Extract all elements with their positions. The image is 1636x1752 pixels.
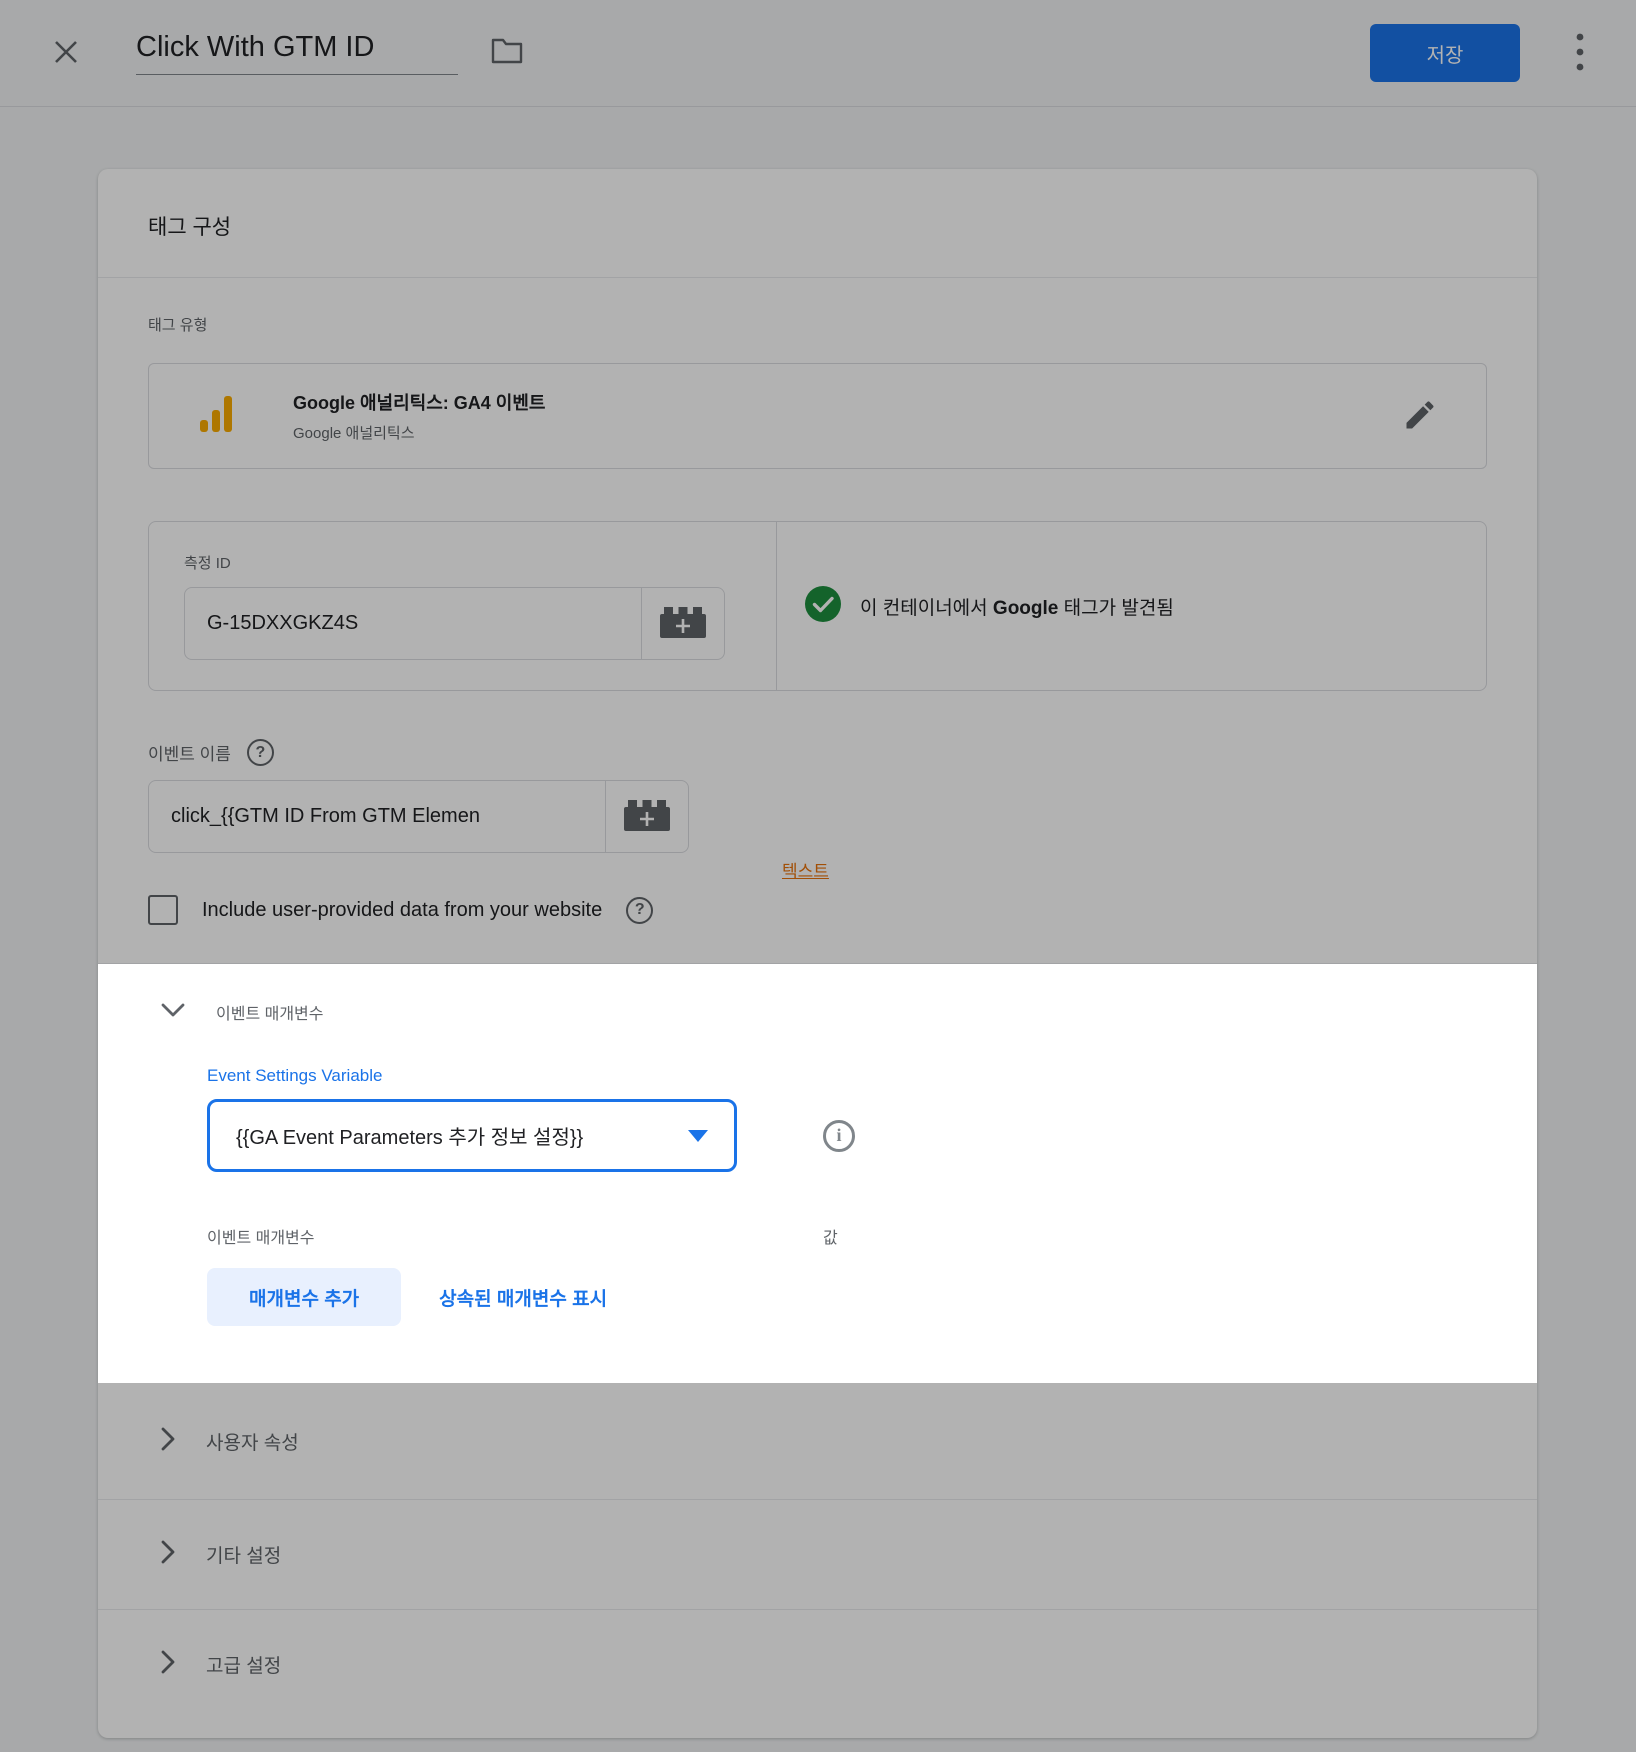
info-icon[interactable]: i <box>823 1120 855 1152</box>
dropdown-caret-icon <box>688 1130 708 1142</box>
event-settings-variable-label: Event Settings Variable <box>207 1066 1537 1086</box>
parameter-actions: 매개변수 추가 상속된 매개변수 표시 <box>207 1268 1537 1326</box>
event-parameters-header[interactable]: 이벤트 매개변수 <box>98 964 1537 1024</box>
event-parameters-section: 이벤트 매개변수 Event Settings Variable {{GA Ev… <box>98 964 1537 1383</box>
gtm-tag-editor: Click With GTM ID 저장 태그 구성 태그 유형 <box>0 0 1636 1752</box>
selected-variable: {{GA Event Parameters 추가 정보 설정}} <box>236 1121 583 1150</box>
event-settings-variable-row: {{GA Event Parameters 추가 정보 설정}} i <box>207 1099 1537 1172</box>
value-column-label: 값 <box>823 1224 838 1248</box>
chevron-down-icon <box>160 1002 186 1023</box>
show-inherited-parameters-link[interactable]: 상속된 매개변수 표시 <box>439 1284 607 1311</box>
parameter-table-header: 이벤트 매개변수 값 <box>207 1224 1537 1246</box>
add-parameter-button[interactable]: 매개변수 추가 <box>207 1268 401 1326</box>
dim-overlay <box>0 0 1636 1752</box>
parameter-column-label: 이벤트 매개변수 <box>207 1230 315 1247</box>
event-parameters-title: 이벤트 매개변수 <box>216 1000 324 1024</box>
event-settings-variable-select[interactable]: {{GA Event Parameters 추가 정보 설정}} <box>207 1099 737 1172</box>
